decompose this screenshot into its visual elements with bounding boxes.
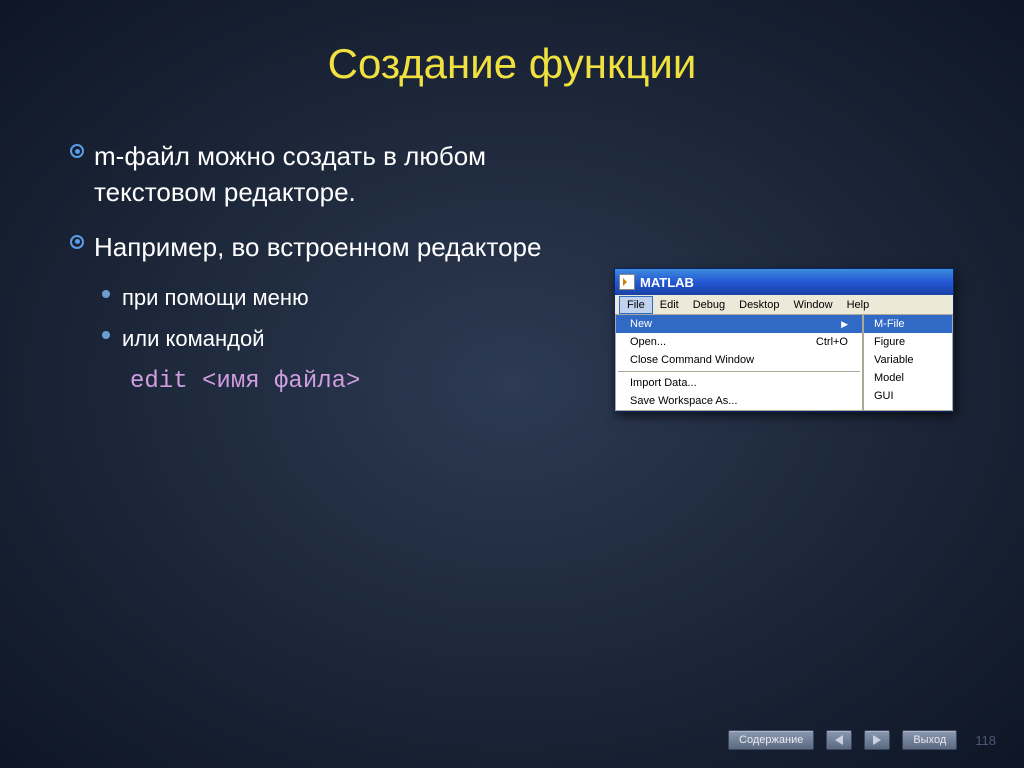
menu-debug[interactable]: Debug: [686, 297, 732, 313]
file-dropdown: New ▶ Open... Ctrl+O Close Command Windo…: [615, 315, 863, 411]
bullet-2: Например, во встроенном редакторе: [70, 229, 584, 265]
submenu-gui[interactable]: GUI: [864, 387, 952, 405]
dropdown-open[interactable]: Open... Ctrl+O: [616, 333, 862, 351]
submenu-mfile[interactable]: M-File: [864, 315, 952, 333]
dropdown-open-shortcut: Ctrl+O: [816, 336, 848, 348]
menubar: File Edit Debug Desktop Window Help: [615, 295, 953, 315]
bullet-1: m-файл можно создать в любом текстовом р…: [70, 138, 584, 211]
next-button[interactable]: [864, 730, 890, 750]
dropdown-new[interactable]: New ▶: [616, 315, 862, 333]
dropdown-open-label: Open...: [630, 336, 666, 348]
ring-bullet-icon: [70, 235, 94, 265]
submenu-figure[interactable]: Figure: [864, 333, 952, 351]
arrow-left-icon: [835, 735, 843, 745]
exit-button[interactable]: Выход: [902, 730, 957, 750]
dot-bullet-icon: [102, 331, 122, 355]
dot-bullet-icon: [102, 290, 122, 314]
bullet-2-text: Например, во встроенном редакторе: [94, 229, 584, 265]
page-number: 118: [975, 733, 996, 748]
submenu-model[interactable]: Model: [864, 369, 952, 387]
dropdown-new-label: New: [630, 318, 652, 330]
sub-bullet-2-text: или командой: [122, 324, 265, 355]
sub-bullet-1-text: при помощи меню: [122, 283, 309, 314]
contents-button[interactable]: Содержание: [728, 730, 814, 750]
code-command: edit <имя файла>: [130, 365, 584, 399]
window-titlebar: MATLAB: [615, 269, 953, 295]
window-title: MATLAB: [640, 275, 694, 290]
menu-help[interactable]: Help: [840, 297, 877, 313]
submenu-arrow-icon: ▶: [841, 319, 848, 330]
dropdown-save-label: Save Workspace As...: [630, 395, 737, 407]
dropdown-import-label: Import Data...: [630, 377, 697, 389]
dropdown-close[interactable]: Close Command Window: [616, 351, 862, 369]
menu-edit[interactable]: Edit: [653, 297, 686, 313]
menu-file[interactable]: File: [619, 296, 653, 314]
dropdown-save[interactable]: Save Workspace As...: [616, 392, 862, 410]
bullet-1-text: m-файл можно создать в любом текстовом р…: [94, 138, 584, 211]
matlab-window: MATLAB File Edit Debug Desktop Window He…: [614, 268, 954, 412]
menu-desktop[interactable]: Desktop: [732, 297, 786, 313]
submenu-variable[interactable]: Variable: [864, 351, 952, 369]
sub-bullet-1: при помощи меню: [102, 283, 584, 314]
menu-separator: [618, 371, 860, 372]
sub-bullet-2: или командой: [102, 324, 584, 355]
dropdown-import[interactable]: Import Data...: [616, 374, 862, 392]
dropdown-close-label: Close Command Window: [630, 354, 754, 366]
new-submenu: M-File Figure Variable Model GUI: [863, 315, 953, 411]
prev-button[interactable]: [826, 730, 852, 750]
ring-bullet-icon: [70, 144, 94, 211]
matlab-app-icon: [619, 274, 635, 290]
slide-title: Создание функции: [70, 40, 954, 88]
menu-window[interactable]: Window: [786, 297, 839, 313]
arrow-right-icon: [873, 735, 881, 745]
